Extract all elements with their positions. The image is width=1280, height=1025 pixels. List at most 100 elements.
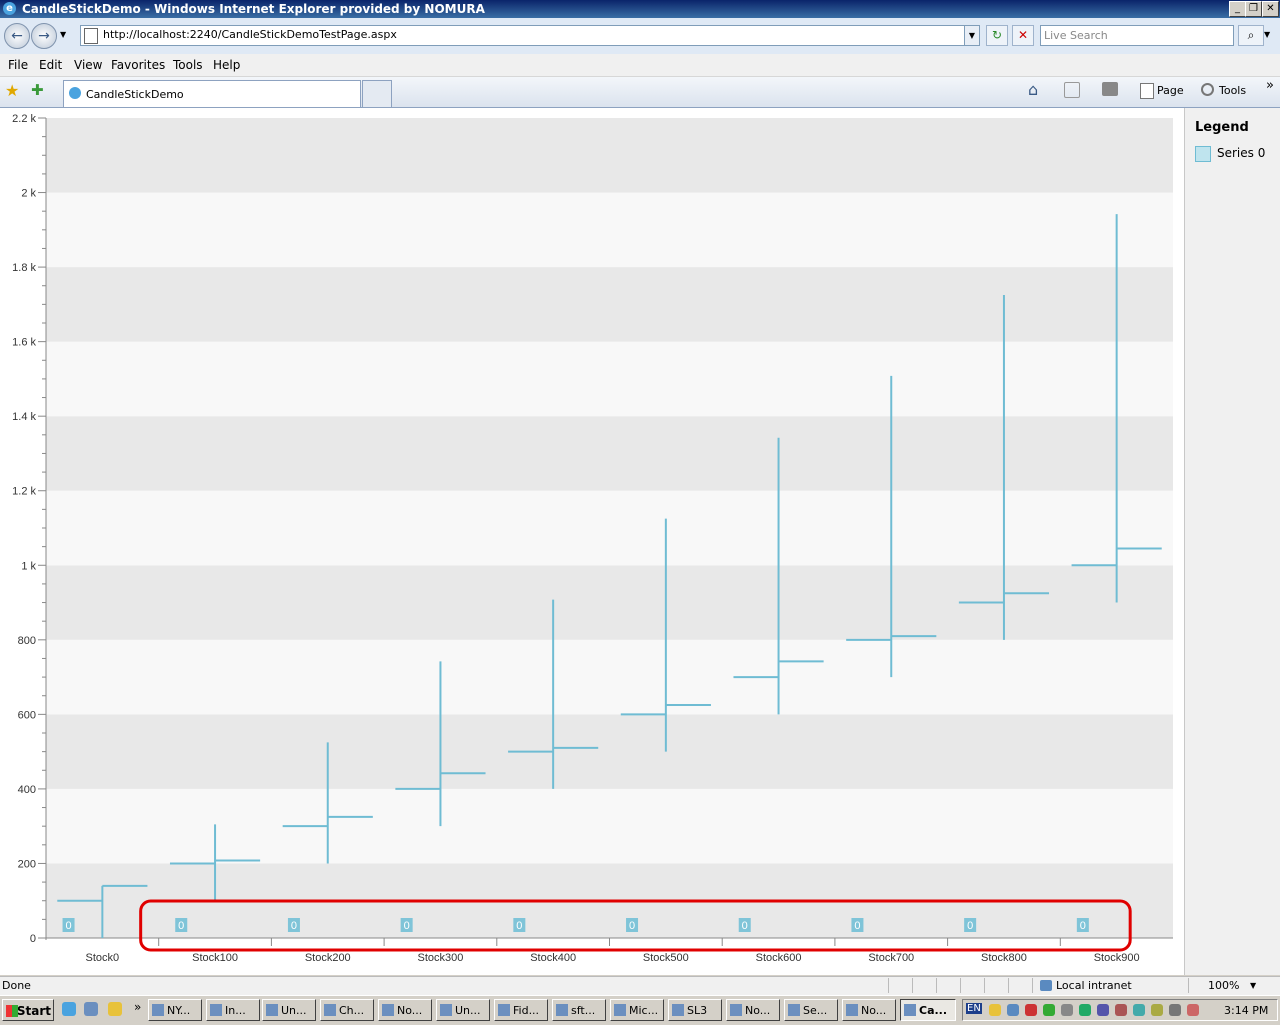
tray-icon[interactable] [1025, 1004, 1037, 1016]
y-tick-label: 1.6 k [12, 337, 36, 349]
taskbar-button[interactable]: NY... [148, 999, 202, 1021]
taskbar-button[interactable]: No... [726, 999, 780, 1021]
taskbar-button[interactable]: No... [842, 999, 896, 1021]
address-dropdown-icon[interactable]: ▼ [964, 26, 979, 45]
data-label: 0 [629, 920, 635, 932]
y-tick-label: 0 [30, 933, 36, 945]
tray-icon[interactable] [1043, 1004, 1055, 1016]
favorites-star-icon[interactable]: ★ [5, 81, 19, 100]
menu-tools[interactable]: Tools [173, 58, 203, 72]
gear-icon [1201, 83, 1214, 96]
menu-file[interactable]: File [8, 58, 28, 72]
task-label: NY... [167, 1004, 191, 1017]
start-button[interactable]: Start [2, 999, 54, 1021]
home-icon[interactable]: ⌂ [1028, 80, 1038, 99]
task-app-icon [440, 1004, 452, 1016]
menu-help[interactable]: Help [213, 58, 240, 72]
x-tick-label: Stock600 [756, 952, 802, 964]
tray-icon[interactable] [1151, 1004, 1163, 1016]
tray-icon[interactable] [989, 1004, 1001, 1016]
quicklaunch-icon[interactable] [84, 1002, 98, 1016]
ie-logo-icon: e [3, 2, 16, 15]
data-label: 0 [178, 920, 184, 932]
menu-view[interactable]: View [74, 58, 102, 72]
search-placeholder: Live Search [1044, 29, 1108, 42]
menu-favorites[interactable]: Favorites [111, 58, 165, 72]
y-tick-label: 800 [18, 635, 36, 647]
window-title: CandleStickDemo - Windows Internet Explo… [22, 2, 485, 16]
print-icon[interactable] [1102, 82, 1118, 96]
refresh-button[interactable]: ↻ [986, 25, 1008, 46]
candlestick-chart: 0 200 400 600 800 1 k 1.2 k 1.4 k 1.6 k 1.8 k 2 k 2… [12, 113, 1173, 964]
tray-icon[interactable] [1007, 1004, 1019, 1016]
zoom-level[interactable]: 100% [1208, 979, 1239, 992]
tray-icon[interactable] [1079, 1004, 1091, 1016]
outlook-quicklaunch-icon[interactable] [108, 1002, 122, 1016]
taskbar-button[interactable]: Ch... [320, 999, 374, 1021]
search-button[interactable]: ⌕ [1238, 25, 1264, 46]
task-app-icon [788, 1004, 800, 1016]
taskbar-button[interactable]: Se... [784, 999, 838, 1021]
status-cell [936, 978, 957, 993]
minimize-button[interactable]: _ [1229, 1, 1246, 17]
ie-quicklaunch-icon[interactable] [62, 1002, 76, 1016]
back-button[interactable]: ← [4, 23, 30, 49]
search-options-icon[interactable]: ▼ [1264, 30, 1270, 39]
status-cell [984, 978, 1005, 993]
plot-band [46, 192, 1173, 268]
add-favorite-icon[interactable]: ✚ [31, 81, 44, 99]
taskbar-button[interactable]: Un... [436, 999, 490, 1021]
task-app-icon [904, 1004, 916, 1016]
address-bar[interactable]: http://localhost:2240/CandleStickDemoTes… [80, 25, 980, 46]
maximize-button[interactable]: ❐ [1245, 1, 1262, 17]
tray-icon[interactable] [1169, 1004, 1181, 1016]
tray-icon[interactable] [1187, 1004, 1199, 1016]
data-label: 0 [291, 920, 297, 932]
language-indicator[interactable]: EN [966, 1003, 982, 1014]
x-tick-label: Stock100 [192, 952, 238, 964]
close-button[interactable]: ✕ [1262, 1, 1279, 17]
zoom-dropdown-icon[interactable]: ▼ [1250, 981, 1256, 990]
new-tab-button[interactable] [362, 80, 392, 107]
tray-icon[interactable] [1061, 1004, 1073, 1016]
task-label: SL3 [687, 1004, 708, 1017]
clock: 3:14 PM [1224, 1004, 1269, 1017]
quicklaunch-more-icon[interactable]: » [134, 1000, 141, 1014]
forward-button[interactable]: → [31, 23, 57, 49]
menu-edit[interactable]: Edit [39, 58, 62, 72]
tools-menu[interactable]: Tools [1219, 84, 1246, 97]
taskbar-button[interactable]: No... [378, 999, 432, 1021]
taskbar-button[interactable]: Fid... [494, 999, 548, 1021]
feeds-icon[interactable] [1064, 82, 1080, 98]
stop-button[interactable]: ✕ [1012, 25, 1034, 46]
tray-icon[interactable] [1133, 1004, 1145, 1016]
taskbar-button[interactable]: In... [206, 999, 260, 1021]
taskbar-button[interactable]: Mic... [610, 999, 664, 1021]
tray-icon[interactable] [1115, 1004, 1127, 1016]
tab-candlestickdemo[interactable]: CandleStickDemo [63, 80, 361, 107]
menu-bar: File Edit View Favorites Tools Help [0, 54, 1280, 77]
search-input[interactable]: Live Search [1040, 25, 1234, 46]
page-icon [84, 28, 98, 44]
address-text[interactable]: http://localhost:2240/CandleStickDemoTes… [103, 28, 397, 41]
page-menu[interactable]: Page [1157, 84, 1184, 97]
taskbar-button[interactable]: Ca... [900, 999, 956, 1021]
task-label: No... [861, 1004, 887, 1017]
legend-series-name: Series 0 [1217, 146, 1266, 160]
x-tick-label: Stock900 [1094, 952, 1140, 964]
y-tick-label: 400 [18, 784, 36, 796]
tab-label: CandleStickDemo [86, 88, 184, 101]
history-dropdown-icon[interactable]: ▼ [60, 30, 66, 39]
taskbar-button[interactable]: SL3 [668, 999, 722, 1021]
data-label: 0 [516, 920, 522, 932]
tray-icon[interactable] [1097, 1004, 1109, 1016]
data-label: 0 [967, 920, 973, 932]
data-label: 0 [854, 920, 860, 932]
task-label: Ch... [339, 1004, 365, 1017]
task-app-icon [846, 1004, 858, 1016]
plot-band [46, 714, 1173, 789]
taskbar-button[interactable]: Un... [262, 999, 316, 1021]
taskbar-button[interactable]: sft... [552, 999, 606, 1021]
more-tools-icon[interactable]: » [1266, 78, 1274, 93]
task-label: sft... [571, 1004, 596, 1017]
